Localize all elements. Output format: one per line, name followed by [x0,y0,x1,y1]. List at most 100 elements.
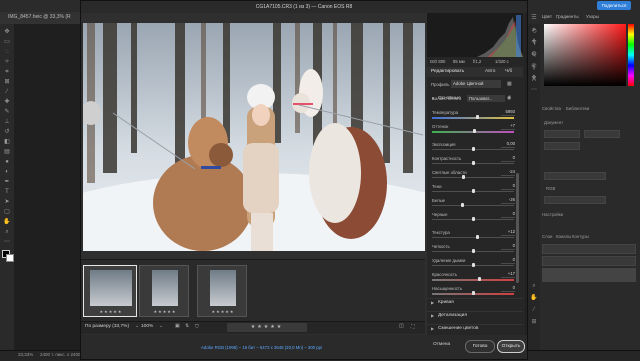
slider-row[interactable]: Оттенок +7 [427,123,523,137]
slider-row[interactable]: Тени 0 [427,183,523,197]
rating-stars[interactable]: ★★★★★ [227,323,307,332]
preview-photo[interactable] [83,23,425,251]
slider-handle[interactable] [471,217,475,221]
property-field-3[interactable] [544,142,580,150]
heal-icon[interactable]: ✚ [530,38,538,46]
slider-value-input[interactable]: -24 [501,169,515,176]
slider-handle[interactable] [471,161,475,165]
slider-row[interactable]: Текстура +12 [427,229,523,243]
resolution-field[interactable] [544,172,606,180]
slider-row[interactable]: Удаление дымки 0 [427,257,523,271]
properties-tab[interactable]: Свойства [542,106,561,111]
presets-icon[interactable]: ❖ [530,74,538,82]
filmstrip-thumb-1[interactable]: ★★★★★ [83,265,137,317]
slider-value-input[interactable]: -26 [501,197,515,204]
path-select-icon[interactable]: ➤ [3,198,11,206]
filmstrip-toggle-icon[interactable]: ▣ [175,324,180,329]
bw-button[interactable]: Ч/б [505,69,512,74]
lasso-icon[interactable]: ◌ [3,48,11,56]
slider-handle[interactable] [471,291,475,295]
white-balance-select[interactable]: Пользоват... [467,95,505,102]
slider-handle[interactable] [478,277,482,281]
slider-value-input[interactable]: 0 [501,155,515,162]
slider-handle[interactable] [476,235,480,239]
gradient-icon[interactable]: ▤ [3,148,11,156]
tab-gradients[interactable]: Градиенты [556,14,579,19]
fullscreen-icon[interactable]: ⛶ [411,324,414,330]
eraser-icon[interactable]: ◧ [3,138,11,146]
slider-row[interactable]: Насыщенность 0 [427,285,523,299]
slider-row[interactable]: Контрастность 0 [427,155,523,169]
cancel-button[interactable]: Отмена [433,342,450,347]
blur-icon[interactable]: ● [3,158,11,166]
edit-sliders-icon[interactable]: ☰ [530,14,538,22]
slider-value-input[interactable]: 0 [501,243,515,250]
slider-value-input[interactable]: +17 [501,271,515,278]
zoom-percent-select[interactable]: 100% [141,324,153,329]
profile-select[interactable]: Adobe Цветной [451,80,501,88]
filmstrip-thumb-2[interactable]: ★★★★★ [139,265,189,317]
chevron-down-icon[interactable]: ⌄ [159,324,163,329]
section-detail[interactable]: ▶ Детализация [427,311,523,321]
slider-row[interactable]: Четкость 0 [427,243,523,257]
slider-track[interactable] [432,205,514,206]
slider-row[interactable]: Черные 0 [427,211,523,225]
stamp-icon[interactable]: ⊥ [3,118,11,126]
slider-value-input[interactable]: 0 [501,211,515,218]
slider-value-input[interactable]: 0 [501,285,515,292]
slider-value-input[interactable]: 5950 [501,109,515,116]
color-picker-field[interactable] [544,24,626,86]
slider-track[interactable] [432,117,514,119]
slider-row[interactable]: Температура 5950 [427,109,523,123]
slider-row[interactable]: Экспозиция 0,00 [427,141,523,155]
slider-value-input[interactable]: 0 [501,183,515,190]
shape-icon[interactable]: ▢ [3,208,11,216]
libraries-tab[interactable]: Библиотеки [566,106,589,111]
slider-value-input[interactable]: +7 [501,123,515,130]
slider-row[interactable]: Светлые области -24 [427,169,523,183]
crop-icon[interactable]: ⌗ [3,68,11,76]
mode-select[interactable] [544,196,606,204]
ps-document-tab[interactable]: IMG_8457.heic @ 33,3% (R [8,14,71,20]
channels-tab[interactable]: Каналы [556,234,571,239]
text-icon[interactable]: T [3,188,11,196]
eyedropper-icon[interactable]: ⁄ [3,88,11,96]
slider-handle[interactable] [471,189,475,193]
share-button[interactable]: Поделиться [597,1,631,10]
magic-wand-icon[interactable]: ✧ [3,58,11,66]
frame-icon[interactable]: ⊠ [3,78,11,86]
auto-button[interactable]: Авто [485,69,495,74]
filter-icon[interactable]: ⛉ [195,324,199,330]
history-brush-icon[interactable]: ↺ [3,128,11,136]
marquee-icon[interactable]: ▭ [3,38,11,46]
slider-value-input[interactable]: 0,00 [501,141,515,148]
chevron-down-icon[interactable]: ⌄ [135,324,139,329]
property-field-2[interactable] [584,130,620,138]
dodge-icon[interactable]: ◐ [3,168,11,176]
slider-handle[interactable] [460,203,464,207]
slider-value-input[interactable]: 0 [501,257,515,264]
before-after-icon[interactable]: ◫ [399,324,404,329]
property-field-1[interactable] [544,130,580,138]
filmstrip-thumb-3[interactable]: ★★★★★ [197,265,247,317]
done-button[interactable]: Готово [465,340,495,353]
zoom-icon[interactable]: ⌕ [3,228,11,236]
layer-blend-bar[interactable] [542,256,636,266]
move-icon[interactable]: ✥ [3,28,11,36]
zoom-fit-select[interactable]: По размеру (33,7%) [85,324,129,329]
slider-row[interactable]: Баланс белого Пользоват... ⁄ [427,95,523,109]
slider-track[interactable] [432,237,514,238]
crop-icon[interactable]: ⌗ [530,26,538,34]
white-balance-eyedropper-icon[interactable]: ⁄ [509,95,510,101]
paths-tab[interactable]: Контуры [572,234,589,239]
slider-track[interactable] [432,177,514,178]
layer-row[interactable] [542,268,636,282]
hue-slider[interactable] [628,24,634,86]
more-tools-icon[interactable]: ⋯ [3,238,11,246]
slider-track[interactable] [432,279,514,281]
healing-icon[interactable]: ✚ [3,98,11,106]
layers-tab[interactable]: Слои [542,234,552,239]
slider-handle[interactable] [471,249,475,253]
mask-icon[interactable]: ◍ [530,50,538,58]
slider-row[interactable]: Белые -26 [427,197,523,211]
